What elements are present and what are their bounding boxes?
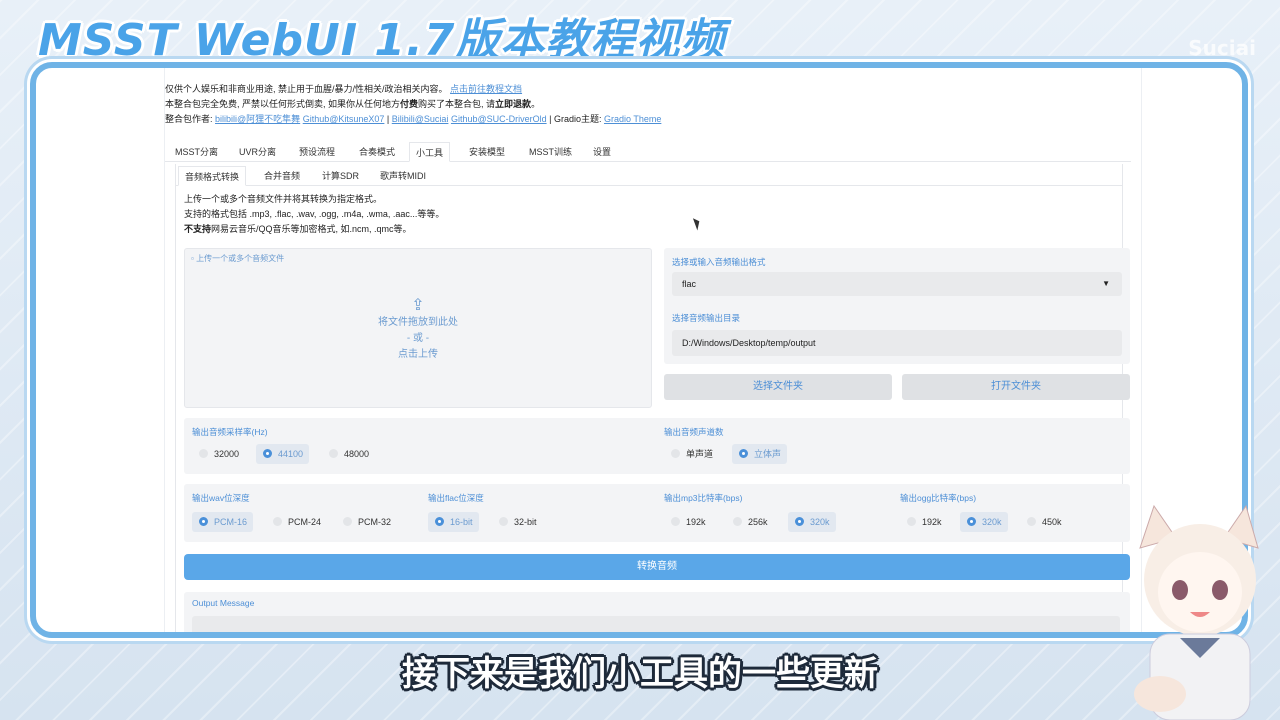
- tools-panel: 音频格式转换 合并音频 计算SDR 歌声转MIDI 上传一个或多个音频文件并将其…: [175, 164, 1130, 632]
- chevron-down-icon: ▼: [1102, 279, 1110, 288]
- wav-depth-label: 输出wav位深度: [192, 493, 250, 503]
- gradio-label: | Gradio主题:: [549, 114, 602, 124]
- output-dir-label: 选择音频输出目录: [672, 313, 741, 323]
- channels-label: 输出音频声道数: [664, 427, 724, 437]
- tab-tools[interactable]: 小工具: [409, 142, 451, 162]
- radio-mp3-320k[interactable]: 320k: [788, 512, 836, 532]
- radio-pcm-24[interactable]: PCM-24: [266, 512, 327, 532]
- tab-train[interactable]: MSST训练: [523, 142, 578, 162]
- open-folder-button[interactable]: 打开文件夹: [902, 374, 1130, 400]
- subtab-vocal-to-midi[interactable]: 歌声转MIDI: [374, 166, 432, 186]
- sample-rate-label: 输出音频采样率(Hz): [192, 427, 268, 437]
- desc-line-2: 支持的格式包括 .mp3, .flac, .wav, .ogg, .m4a, .…: [184, 209, 445, 219]
- convert-description: 上传一个或多个音频文件并将其转换为指定格式。 支持的格式包括 .mp3, .fl…: [184, 192, 444, 237]
- radio-stereo[interactable]: 立体声: [732, 444, 788, 464]
- tab-install-model[interactable]: 安装模型: [463, 142, 511, 162]
- or-text: - 或 -: [406, 333, 430, 344]
- radio-mp3-256k[interactable]: 256k: [726, 512, 774, 532]
- tab-settings[interactable]: 设置: [587, 142, 617, 162]
- desc-line-3: 网易云音乐/QQ音乐等加密格式, 如.ncm, .qmc等。: [211, 224, 412, 234]
- author-link-github-2[interactable]: Github@SUC-DriverOld: [451, 114, 547, 124]
- intro-text: 仅供个人娱乐和非商业用途, 禁止用于血腥/暴力/性相关/政治相关内容。 点击前往…: [165, 82, 661, 127]
- watermark: Suciai: [1188, 36, 1256, 60]
- mp3-bitrate-label: 输出mp3比特率(bps): [664, 493, 743, 503]
- video-title: MSST WebUI 1.7版本教程视频: [38, 15, 726, 66]
- convert-audio-button[interactable]: 转换音频: [184, 554, 1130, 580]
- radio-16-bit[interactable]: 16-bit: [428, 512, 479, 532]
- authors-label: 整合包作者:: [165, 114, 213, 124]
- author-link-github-1[interactable]: Github@KitsuneX07: [303, 114, 385, 124]
- free-notice-bold-paid: 付费: [400, 99, 419, 109]
- free-notice-text: 本整合包完全免费, 严禁以任何形式倒卖, 如果你从任何地方: [165, 99, 401, 109]
- free-notice-end: 。: [531, 99, 541, 109]
- radio-sample-44100[interactable]: 44100: [256, 444, 310, 464]
- radio-32-bit[interactable]: 32-bit: [492, 512, 543, 532]
- drop-text: 将文件拖放到此处: [378, 317, 458, 328]
- tutorial-doc-link[interactable]: 点击前往教程文档: [450, 84, 522, 94]
- subtab-calc-sdr[interactable]: 计算SDR: [316, 166, 365, 186]
- radio-pcm-16[interactable]: PCM-16: [192, 512, 254, 532]
- click-upload-text[interactable]: 点击上传: [185, 347, 651, 363]
- ogg-bitrate-label: 输出ogg比特率(bps): [900, 493, 977, 503]
- format-select-value: flac: [682, 279, 697, 289]
- flac-depth-label: 输出flac位深度: [428, 493, 484, 503]
- format-label: 选择或输入音频输出格式: [672, 257, 766, 267]
- output-format-box: 选择或输入音频输出格式 flac ▼ 选择音频输出目录 D:/Windows/D…: [664, 248, 1130, 364]
- file-icon: ▫: [191, 254, 194, 263]
- radio-ogg-450k[interactable]: 450k: [1020, 512, 1068, 532]
- output-dir-input[interactable]: D:/Windows/Desktop/temp/output: [672, 330, 1122, 356]
- bitdepth-bitrate-group: 输出wav位深度 PCM-16 PCM-24 PCM-32 输出flac位深度 …: [184, 484, 1130, 542]
- radio-sample-48000[interactable]: 48000: [322, 444, 375, 464]
- gradio-theme-link[interactable]: Gradio Theme: [604, 114, 661, 124]
- file-upload-dropzone[interactable]: ▫ 上传一个或多个音频文件 ⇪ 将文件拖放到此处 - 或 - 点击上传: [184, 248, 652, 408]
- tab-preset[interactable]: 预设流程: [293, 142, 341, 162]
- radio-ogg-320k[interactable]: 320k: [960, 512, 1008, 532]
- upload-label-text: 上传一个或多个音频文件: [196, 254, 285, 263]
- radio-sample-32000[interactable]: 32000: [192, 444, 245, 464]
- select-folder-button[interactable]: 选择文件夹: [664, 374, 892, 400]
- disclaimer-text: 仅供个人娱乐和非商业用途, 禁止用于血腥/暴力/性相关/政治相关内容。: [165, 84, 448, 94]
- webui-page: 仅供个人娱乐和非商业用途, 禁止用于血腥/暴力/性相关/政治相关内容。 点击前往…: [164, 68, 1142, 632]
- output-message-field[interactable]: [192, 616, 1120, 632]
- format-select[interactable]: flac ▼: [672, 272, 1122, 296]
- free-notice-mid: 购买了本整合包, 请: [418, 99, 496, 109]
- tab-uvr[interactable]: UVR分离: [233, 142, 282, 162]
- subtab-merge-audio[interactable]: 合并音频: [258, 166, 306, 186]
- radio-ogg-192k[interactable]: 192k: [900, 512, 948, 532]
- output-message-box: Output Message: [184, 592, 1130, 632]
- subtab-format-convert[interactable]: 音频格式转换: [178, 166, 247, 186]
- tools-subtabs: 音频格式转换 合并音频 计算SDR 歌声转MIDI: [176, 166, 1122, 186]
- desc-bold-unsupported: 不支持: [184, 224, 212, 234]
- upload-arrow-icon: ⇪: [411, 297, 425, 314]
- desc-line-1: 上传一个或多个音频文件并将其转换为指定格式。: [184, 194, 383, 204]
- free-notice-bold-refund: 立即退款: [495, 99, 532, 109]
- output-message-label: Output Message: [192, 598, 255, 608]
- radio-mono[interactable]: 单声道: [664, 444, 719, 464]
- author-link-bilibili-1[interactable]: bilibili@阿狸不吃隼舞: [215, 114, 300, 124]
- radio-pcm-32[interactable]: PCM-32: [336, 512, 397, 532]
- author-separator: |: [386, 114, 390, 124]
- screen-frame: 仅供个人娱乐和非商业用途, 禁止用于血腥/暴力/性相关/政治相关内容。 点击前往…: [30, 62, 1248, 638]
- upload-label: ▫ 上传一个或多个音频文件: [191, 253, 284, 264]
- main-tabs: MSST分离 UVR分离 预设流程 合奏模式 小工具 安装模型 MSST训练 设…: [165, 142, 1131, 162]
- radio-mp3-192k[interactable]: 192k: [664, 512, 712, 532]
- author-link-bilibili-2[interactable]: Bilibili@Suciai: [392, 114, 449, 124]
- tab-msst[interactable]: MSST分离: [169, 142, 224, 162]
- upload-prompt: ⇪ 将文件拖放到此处 - 或 - 点击上传: [185, 297, 651, 363]
- sample-channel-group: 输出音频采样率(Hz) 32000 44100 48000 输出音频声道数 单声…: [184, 418, 1130, 474]
- tab-ensemble[interactable]: 合奏模式: [353, 142, 401, 162]
- video-subtitle: 接下来是我们小工具的一些更新: [402, 654, 878, 694]
